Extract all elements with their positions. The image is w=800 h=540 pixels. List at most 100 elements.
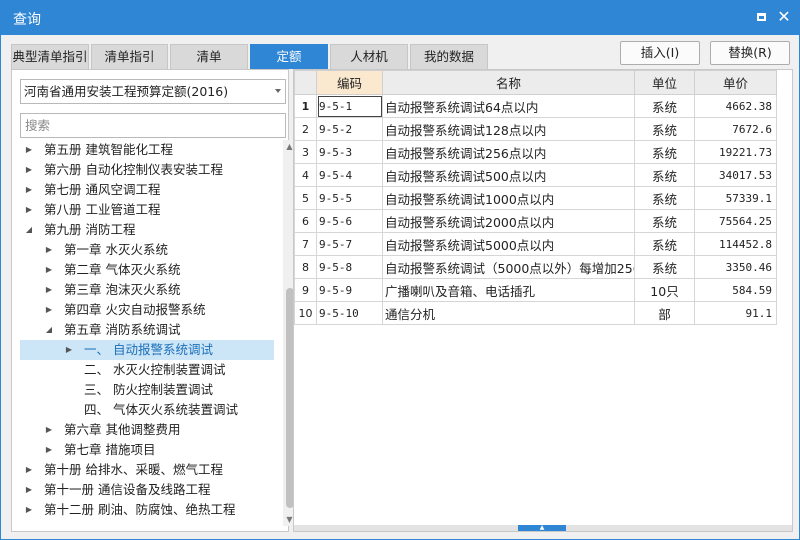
cell-price[interactable]: 3350.46 — [694, 255, 777, 279]
cell-code[interactable]: 9-5-10 — [316, 301, 383, 325]
expand-icon[interactable]: ▶ — [44, 260, 54, 280]
table-row[interactable]: 8 9-5-8 自动报警系统调试（5000点以外）每增加256点 系统 3350… — [294, 255, 777, 279]
tree-node[interactable]: ▶ 第五册 建筑智能化工程 — [20, 140, 274, 160]
tree-node[interactable]: ▶ 第六章 其他调整费用 — [20, 420, 274, 440]
quota-set-select[interactable]: 河南省通用安装工程预算定额(2016) — [20, 79, 286, 104]
tree-node[interactable]: 四、 气体灭火系统装置调试 — [20, 400, 274, 420]
tree-node[interactable]: ▶ 第二章 气体灭火系统 — [20, 260, 274, 280]
cell-name[interactable]: 自动报警系统调试2000点以内 — [382, 209, 635, 233]
replace-button[interactable]: 替换(R) — [710, 41, 790, 65]
collapse-handle-icon[interactable]: ▲ — [518, 525, 566, 531]
table-row[interactable]: 10 9-5-10 通信分机 部 91.1 — [294, 301, 777, 325]
cell-name[interactable]: 自动报警系统调试5000点以内 — [382, 232, 635, 256]
expand-icon[interactable]: ▶ — [24, 480, 34, 500]
cell-price[interactable]: 584.59 — [694, 278, 777, 302]
table-row[interactable]: 9 9-5-9 广播喇叭及音箱、电话插孔 10只 584.59 — [294, 278, 777, 302]
cell-code[interactable]: 9-5-1 — [316, 94, 383, 118]
table-row[interactable]: 3 9-5-3 自动报警系统调试256点以内 系统 19221.73 — [294, 140, 777, 164]
cell-name[interactable]: 自动报警系统调试128点以内 — [382, 117, 635, 141]
cell-price[interactable]: 75564.25 — [694, 209, 777, 233]
tab-quota[interactable]: 定额 — [250, 44, 328, 69]
column-header-code[interactable]: 编码 — [316, 70, 383, 95]
tree-node[interactable]: ▶ 第一章 水灭火系统 — [20, 240, 274, 260]
cell-name[interactable]: 自动报警系统调试256点以内 — [382, 140, 635, 164]
tree-node[interactable]: ▶ 第十册 给排水、采暖、燃气工程 — [20, 460, 274, 480]
expand-icon[interactable]: ▶ — [44, 280, 54, 300]
cell-price[interactable]: 34017.53 — [694, 163, 777, 187]
collapse-icon[interactable]: ◢ — [44, 320, 54, 340]
tree-node[interactable]: 三、 防火控制装置调试 — [20, 380, 274, 400]
cell-unit[interactable]: 系统 — [634, 232, 695, 256]
cell-unit[interactable]: 系统 — [634, 140, 695, 164]
close-icon[interactable]: ✕ — [776, 9, 792, 25]
cell-code[interactable]: 9-5-3 — [316, 140, 383, 164]
cell-price[interactable]: 57339.1 — [694, 186, 777, 210]
cell-unit[interactable]: 系统 — [634, 117, 695, 141]
tab-typical-list-guide[interactable]: 典型清单指引 — [11, 44, 89, 69]
table-row[interactable]: 4 9-5-4 自动报警系统调试500点以内 系统 34017.53 — [294, 163, 777, 187]
column-header-name[interactable]: 名称 — [382, 70, 635, 95]
expand-icon[interactable]: ▶ — [44, 300, 54, 320]
cell-name[interactable]: 自动报警系统调试500点以内 — [382, 163, 635, 187]
cell-price[interactable]: 19221.73 — [694, 140, 777, 164]
cell-unit[interactable]: 系统 — [634, 209, 695, 233]
cell-name[interactable]: 广播喇叭及音箱、电话插孔 — [382, 278, 635, 302]
cell-code[interactable]: 9-5-9 — [316, 278, 383, 302]
table-row[interactable]: 7 9-5-7 自动报警系统调试5000点以内 系统 114452.8 — [294, 232, 777, 256]
cell-code[interactable]: 9-5-8 — [316, 255, 383, 279]
search-input[interactable] — [20, 113, 286, 138]
tab-list[interactable]: 清单 — [170, 44, 248, 69]
tree-node[interactable]: ◢ 第五章 消防系统调试 — [20, 320, 274, 340]
expand-icon[interactable]: ▶ — [44, 240, 54, 260]
expand-icon[interactable]: ▶ — [24, 500, 34, 520]
tree-node[interactable]: ▶ 第三章 泡沫灭火系统 — [20, 280, 274, 300]
cell-name[interactable]: 自动报警系统调试64点以内 — [382, 94, 635, 118]
expand-icon[interactable]: ▶ — [44, 440, 54, 460]
expand-icon[interactable]: ▶ — [64, 340, 74, 360]
expand-icon[interactable]: ▶ — [24, 460, 34, 480]
expand-icon[interactable]: ▶ — [24, 180, 34, 200]
cell-price[interactable]: 4662.38 — [694, 94, 777, 118]
tree-node[interactable]: ▶ 第十一册 通信设备及线路工程 — [20, 480, 274, 500]
tree-node[interactable]: ◢ 第九册 消防工程 — [20, 220, 274, 240]
tree-node[interactable]: ▶ 第八册 工业管道工程 — [20, 200, 274, 220]
cell-code[interactable]: 9-5-7 — [316, 232, 383, 256]
tree-node[interactable]: ▶ 第四章 火灾自动报警系统 — [20, 300, 274, 320]
tree-node-selected[interactable]: ▶ 一、 自动报警系统调试 — [20, 340, 274, 360]
cell-unit[interactable]: 10只 — [634, 278, 695, 302]
table-row[interactable]: 6 9-5-6 自动报警系统调试2000点以内 系统 75564.25 — [294, 209, 777, 233]
cell-code[interactable]: 9-5-2 — [316, 117, 383, 141]
table-row[interactable]: 2 9-5-2 自动报警系统调试128点以内 系统 7672.6 — [294, 117, 777, 141]
cell-name[interactable]: 自动报警系统调试（5000点以外）每增加256点 — [382, 255, 635, 279]
expand-icon[interactable]: ▶ — [44, 420, 54, 440]
cell-price[interactable]: 91.1 — [694, 301, 777, 325]
cell-code[interactable]: 9-5-6 — [316, 209, 383, 233]
table-row[interactable]: 1 9-5-1 自动报警系统调试64点以内 系统 4662.38 — [294, 94, 777, 118]
tab-labor-material-machine[interactable]: 人材机 — [330, 44, 408, 69]
cell-unit[interactable]: 系统 — [634, 255, 695, 279]
horizontal-scrollbar[interactable]: ▲ — [294, 525, 792, 531]
tree-node[interactable]: ▶ 第七章 措施项目 — [20, 440, 274, 460]
expand-icon[interactable]: ▶ — [24, 160, 34, 180]
cell-price[interactable]: 7672.6 — [694, 117, 777, 141]
cell-unit[interactable]: 系统 — [634, 186, 695, 210]
cell-unit[interactable]: 部 — [634, 301, 695, 325]
cell-name[interactable]: 通信分机 — [382, 301, 635, 325]
cell-name[interactable]: 自动报警系统调试1000点以内 — [382, 186, 635, 210]
tab-my-data[interactable]: 我的数据 — [410, 44, 488, 69]
tab-list-guide[interactable]: 清单指引 — [91, 44, 168, 69]
cell-price[interactable]: 114452.8 — [694, 232, 777, 256]
tree-node[interactable]: ▶ 第十二册 刷油、防腐蚀、绝热工程 — [20, 500, 274, 520]
cell-code[interactable]: 9-5-5 — [316, 186, 383, 210]
cell-unit[interactable]: 系统 — [634, 94, 695, 118]
tree-node[interactable]: ▶ 第六册 自动化控制仪表安装工程 — [20, 160, 274, 180]
insert-button[interactable]: 插入(I) — [620, 41, 700, 65]
title-bar[interactable]: 查询 ✕ — [1, 1, 799, 35]
tree-node[interactable]: ▶ 第七册 通风空调工程 — [20, 180, 274, 200]
column-header-price[interactable]: 单价 — [694, 70, 777, 95]
cell-unit[interactable]: 系统 — [634, 163, 695, 187]
tree-node[interactable]: 二、 水灭火控制装置调试 — [20, 360, 274, 380]
expand-icon[interactable]: ▶ — [24, 140, 34, 160]
column-header-unit[interactable]: 单位 — [634, 70, 695, 95]
collapse-icon[interactable]: ◢ — [24, 220, 34, 240]
